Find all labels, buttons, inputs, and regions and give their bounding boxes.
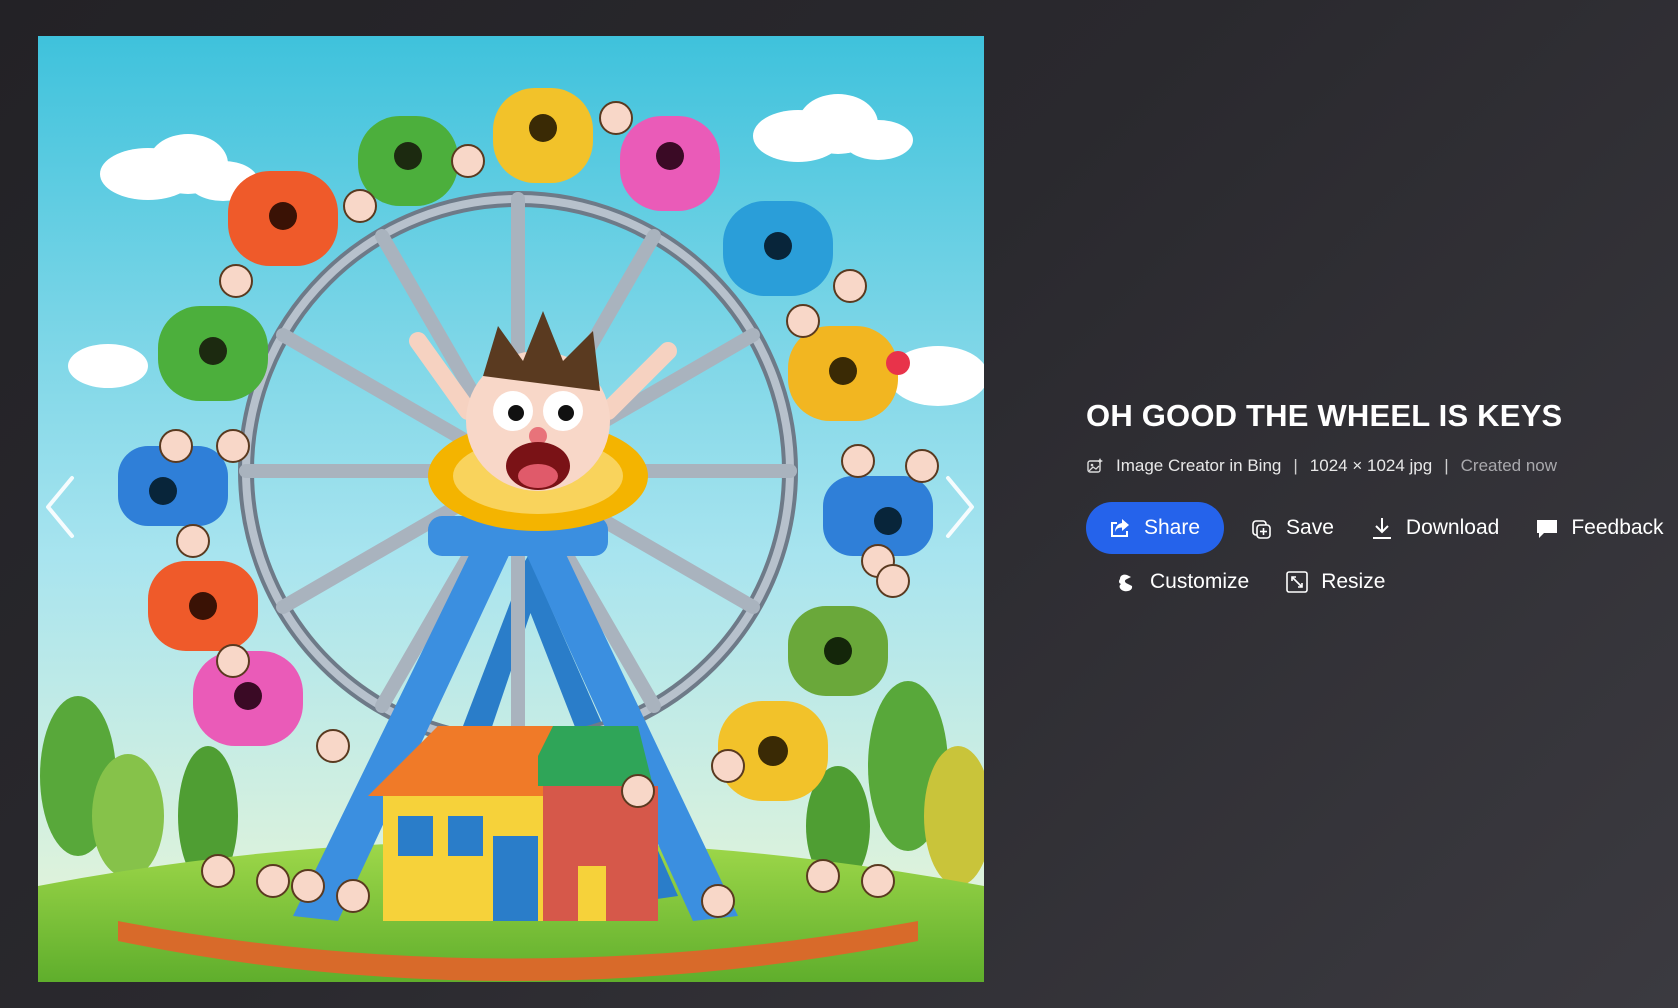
share-label: Share — [1144, 516, 1201, 539]
share-button[interactable]: Share — [1086, 502, 1225, 554]
image-creator-icon — [1087, 458, 1103, 473]
feedback-button[interactable]: Feedback — [1535, 502, 1664, 554]
next-image-button[interactable] — [940, 472, 980, 542]
meta-separator: | — [1293, 456, 1298, 475]
ferris-wheel-illustration — [38, 36, 984, 982]
action-row-secondary: Customize Resize — [1086, 556, 1385, 608]
customize-label: Customize — [1150, 570, 1250, 593]
image-dimensions: 1024 × 1024 jpg — [1309, 456, 1433, 475]
resize-button[interactable]: Resize — [1285, 556, 1385, 608]
feedback-label: Feedback — [1571, 516, 1664, 539]
customize-icon — [1114, 570, 1138, 594]
download-icon — [1370, 516, 1394, 540]
previous-image-button[interactable] — [40, 472, 80, 542]
save-label: Save — [1286, 516, 1334, 539]
created-time: Created now — [1460, 456, 1558, 475]
save-collection-icon — [1250, 516, 1274, 540]
image-meta: Image Creator in Bing | 1024 × 1024 jpg … — [1086, 456, 1666, 476]
image-title: OH GOOD THE WHEEL IS KEYS — [1086, 398, 1563, 433]
image-source: Image Creator in Bing — [1116, 456, 1282, 475]
action-bar: Share Save Download Feedback Customize R… — [1086, 502, 1666, 608]
save-button[interactable]: Save — [1250, 502, 1334, 554]
download-button[interactable]: Download — [1370, 502, 1499, 554]
chevron-right-icon — [946, 476, 974, 538]
image-details-panel: OH GOOD THE WHEEL IS KEYS Image Creator … — [1086, 398, 1666, 608]
resize-icon — [1285, 570, 1309, 594]
feedback-icon — [1535, 516, 1559, 540]
generated-image[interactable] — [38, 36, 984, 982]
customize-button[interactable]: Customize — [1114, 556, 1249, 608]
meta-separator: | — [1444, 456, 1449, 475]
resize-label: Resize — [1321, 570, 1386, 593]
chevron-left-icon — [46, 476, 74, 538]
share-icon — [1108, 516, 1132, 540]
download-label: Download — [1405, 516, 1500, 539]
